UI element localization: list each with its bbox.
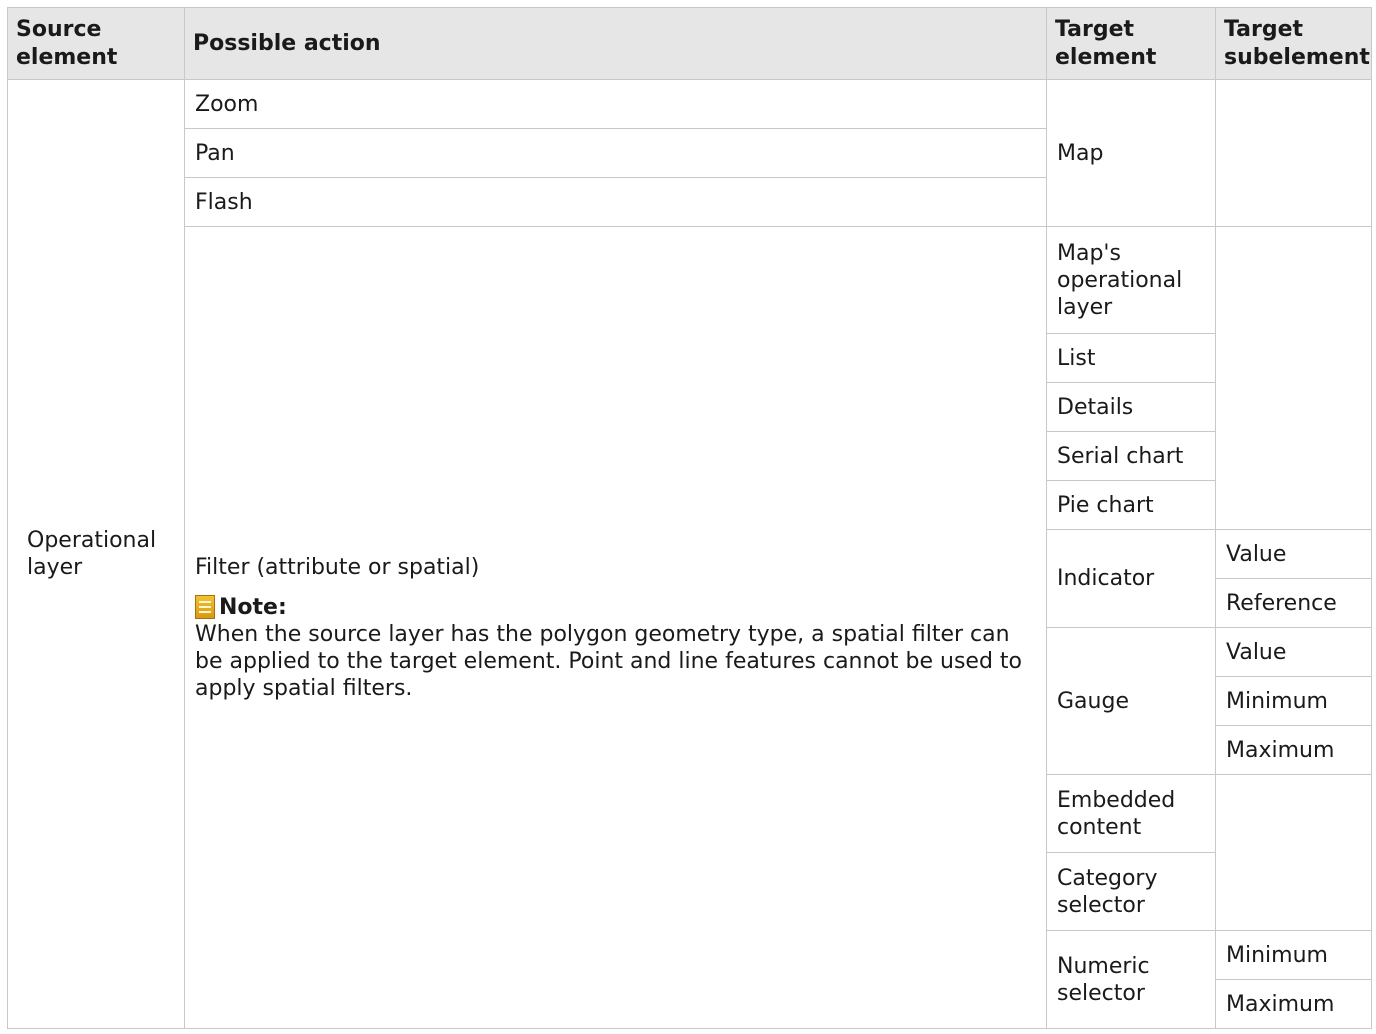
note-heading: Note: bbox=[195, 594, 1036, 621]
target-indicator: Indicator bbox=[1046, 529, 1216, 628]
header-target-element: Target element bbox=[1046, 7, 1216, 80]
action-filter-cell: Filter (attribute or spatial) Note: When… bbox=[184, 226, 1047, 1029]
subelement-gauge-minimum: Minimum bbox=[1215, 676, 1372, 726]
target-details: Details bbox=[1046, 382, 1216, 432]
target-gauge: Gauge bbox=[1046, 627, 1216, 775]
target-list: List bbox=[1046, 333, 1216, 383]
target-pie-chart: Pie chart bbox=[1046, 480, 1216, 530]
subelement-numeric-minimum: Minimum bbox=[1215, 930, 1372, 980]
target-map: Map bbox=[1046, 79, 1216, 227]
subelement-gauge-value: Value bbox=[1215, 627, 1372, 677]
subelement-indicator-value: Value bbox=[1215, 529, 1372, 579]
action-filter: Filter (attribute or spatial) bbox=[195, 554, 480, 580]
table-row: Operational layer Zoom Map bbox=[7, 79, 1372, 1029]
note-icon bbox=[195, 595, 215, 619]
action-zoom: Zoom bbox=[184, 79, 1047, 129]
target-embedded-content: Embedded content bbox=[1046, 774, 1216, 853]
note-text: When the source layer has the polygon ge… bbox=[195, 621, 1022, 701]
header-target-subelement: Target subelement bbox=[1215, 7, 1372, 80]
actions-table: Source element Possible action Target el… bbox=[7, 7, 1372, 1029]
target-numeric-selector: Numeric selector bbox=[1046, 930, 1216, 1029]
target-maps-operational-layer: Map's operational layer bbox=[1046, 226, 1216, 334]
subelement-empty bbox=[1215, 774, 1372, 931]
subelement-numeric-maximum: Maximum bbox=[1215, 979, 1372, 1029]
note-label: Note: bbox=[219, 594, 287, 620]
table-row: Filter (attribute or spatial) Note: When… bbox=[8, 226, 1372, 1029]
action-pan: Pan bbox=[184, 128, 1047, 178]
subelement-empty bbox=[1215, 226, 1372, 530]
target-serial-chart: Serial chart bbox=[1046, 431, 1216, 481]
subelement-indicator-reference: Reference bbox=[1215, 578, 1372, 628]
header-source-element: Source element bbox=[7, 7, 185, 80]
subelement-empty bbox=[1215, 79, 1372, 227]
header-possible-action: Possible action bbox=[184, 7, 1047, 80]
subelement-gauge-maximum: Maximum bbox=[1215, 725, 1372, 775]
source-cell-operational-layer: Operational layer bbox=[7, 79, 185, 1029]
header-row: Source element Possible action Target el… bbox=[7, 7, 1372, 80]
target-category-selector: Category selector bbox=[1046, 852, 1216, 931]
action-flash: Flash bbox=[184, 177, 1047, 227]
